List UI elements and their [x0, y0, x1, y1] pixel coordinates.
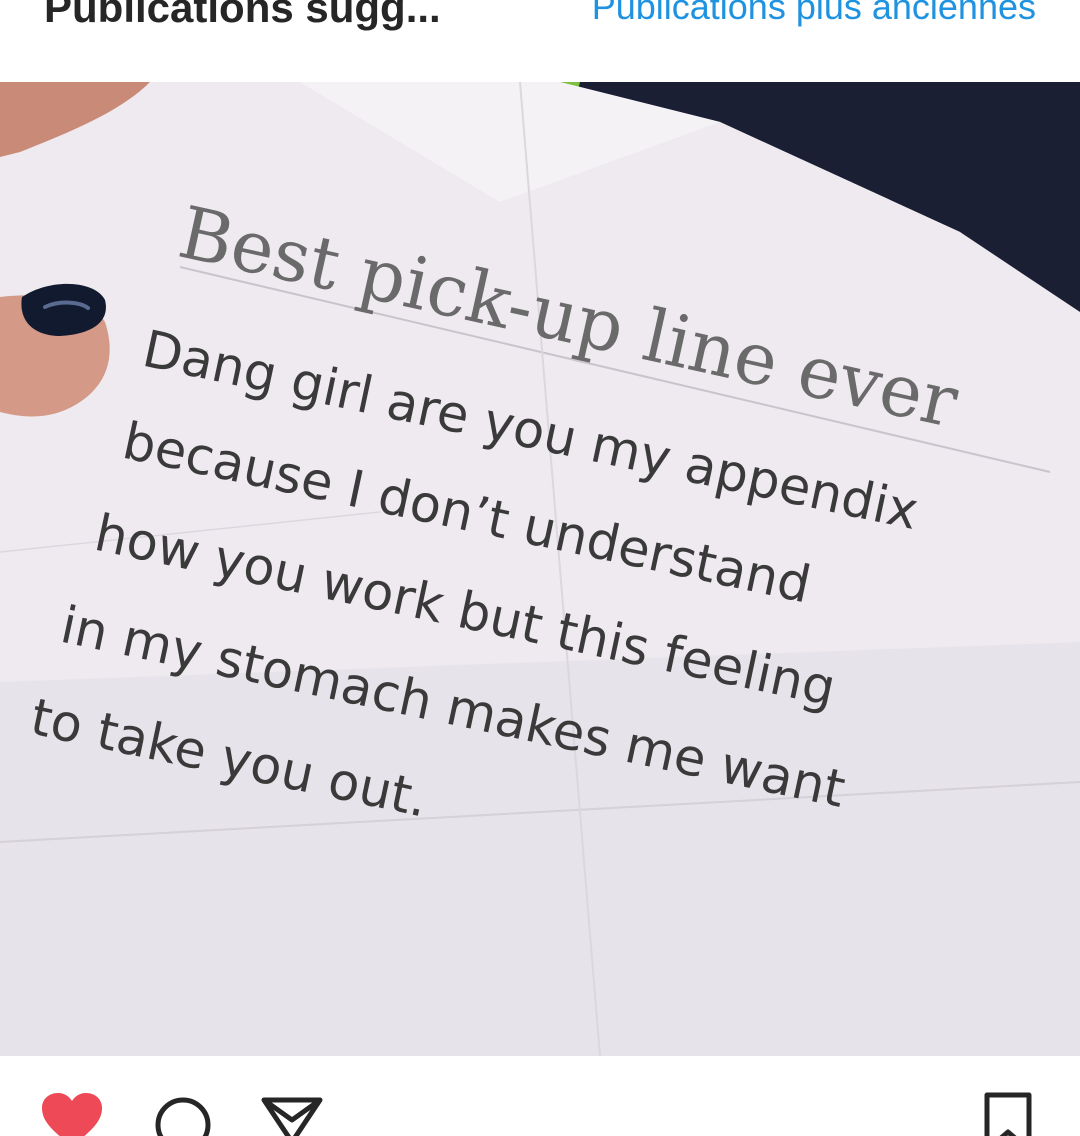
older-posts-link[interactable]: Publications plus anciennes: [592, 0, 1036, 28]
send-icon[interactable]: [260, 1094, 324, 1136]
comment-icon[interactable]: [152, 1094, 214, 1136]
post-image[interactable]: Best pick-up line ever Dang girl are you…: [0, 82, 1080, 1056]
post-view: Publications sugg... Publications plus a…: [0, 0, 1080, 1136]
heart-icon[interactable]: [40, 1092, 104, 1136]
suggested-posts-title: Publications sugg...: [44, 0, 441, 31]
post-action-bar: [0, 1056, 1080, 1136]
bookmark-icon[interactable]: [982, 1090, 1034, 1136]
feed-header: Publications sugg... Publications plus a…: [0, 0, 1080, 82]
